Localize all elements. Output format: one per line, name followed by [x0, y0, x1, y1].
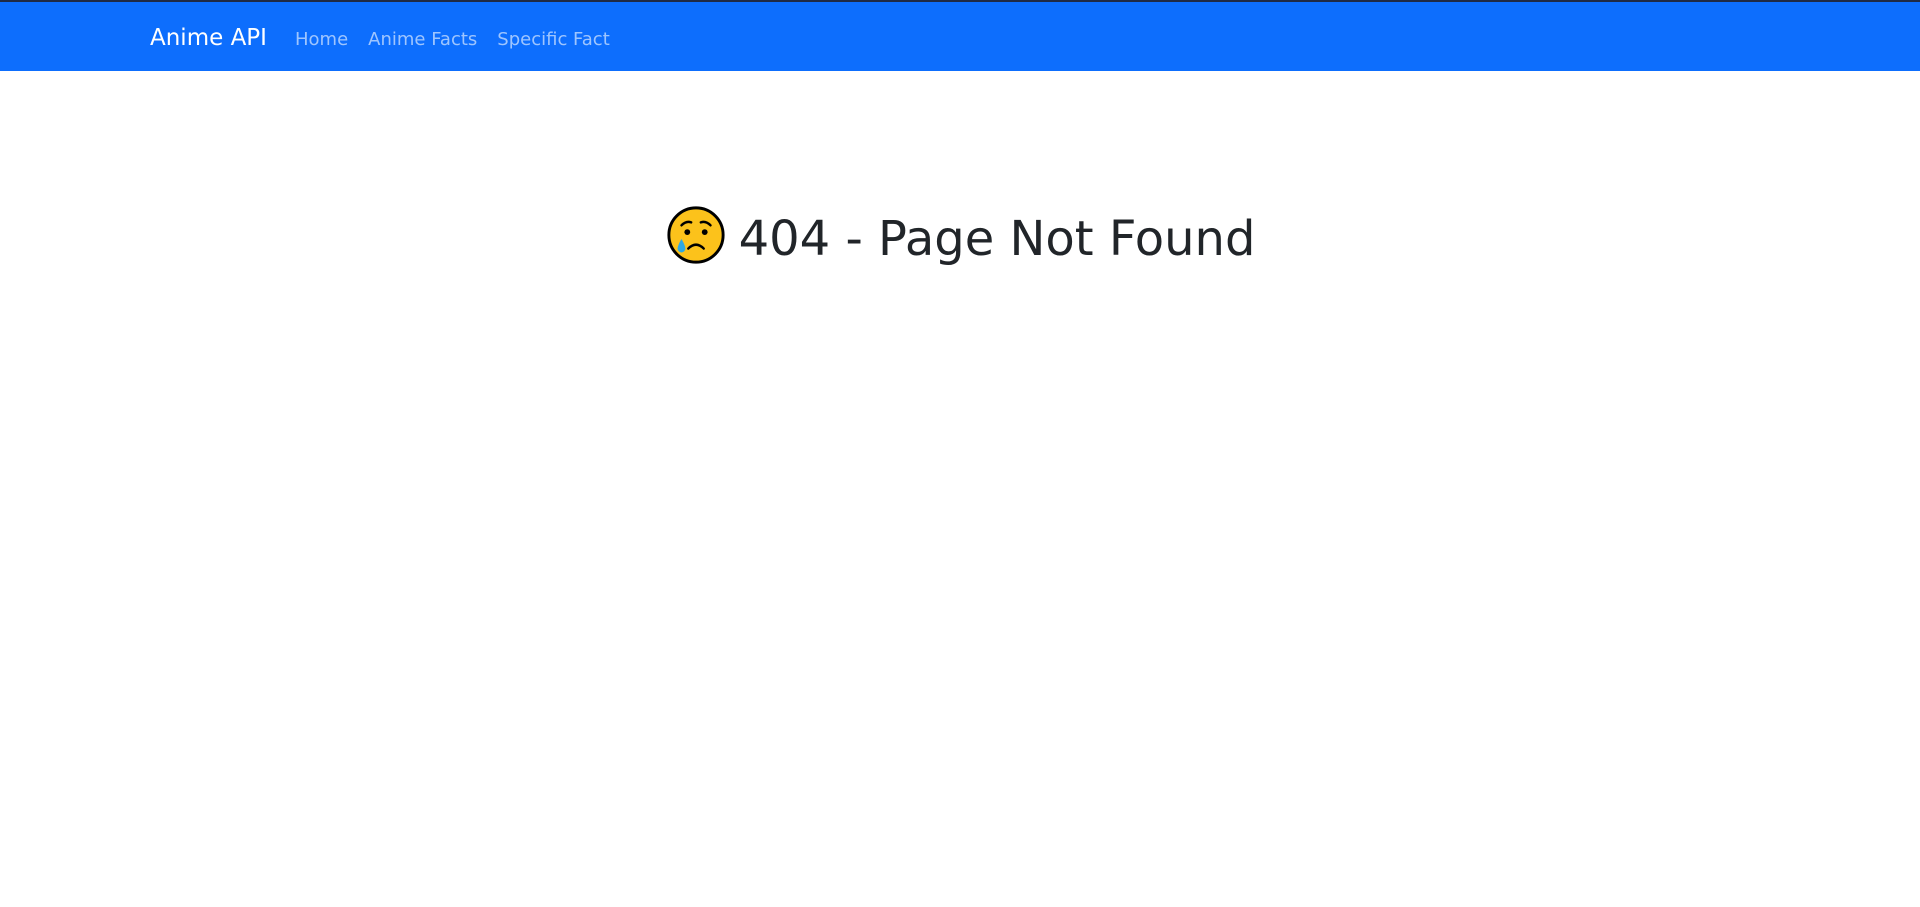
nav-link-specific-fact[interactable]: Specific Fact — [497, 28, 609, 52]
page-title: 404 - Page Not Found — [0, 201, 1920, 274]
nav-link-anime-facts[interactable]: Anime Facts — [368, 28, 477, 52]
top-navbar: Anime API Home Anime Facts Specific Fact — [0, 2, 1920, 71]
page-title-text: 404 - Page Not Found — [738, 211, 1256, 267]
nav-links: Home Anime Facts Specific Fact — [295, 28, 610, 52]
brand-link[interactable]: Anime API — [150, 22, 267, 54]
nav-link-home[interactable]: Home — [295, 28, 348, 52]
crying-face-icon — [665, 204, 727, 266]
